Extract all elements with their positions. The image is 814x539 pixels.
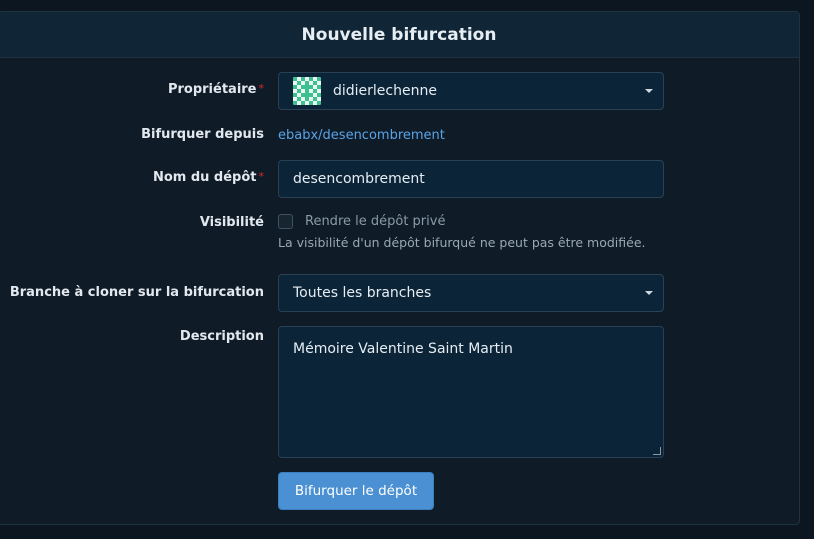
page-title: Nouvelle bifurcation: [301, 24, 497, 45]
repo-name-value: desencombrement: [293, 171, 425, 187]
branch-value: Toutes les branches: [293, 285, 432, 301]
description-value: Mémoire Valentine Saint Martin: [293, 341, 513, 357]
required-mark: *: [258, 170, 265, 183]
repo-name-input[interactable]: desencombrement: [278, 160, 664, 198]
panel-header: Nouvelle bifurcation: [0, 12, 799, 58]
description-label: Description: [179, 329, 264, 344]
owner-label: Propriétaire *: [168, 82, 264, 97]
private-checkbox-label: Rendre le dépôt privé: [305, 214, 446, 229]
fork-from-link[interactable]: ebabx/desencombrement: [278, 128, 445, 143]
branch-select[interactable]: Toutes les branches: [278, 274, 664, 312]
repo-name-label-text: Nom du dépôt: [152, 170, 257, 185]
owner-value: didierlechenne: [333, 83, 437, 99]
visibility-label: Visibilité: [199, 215, 264, 230]
required-mark: *: [258, 82, 265, 95]
owner-select[interactable]: didierlechenne: [278, 72, 664, 110]
branch-label: Branche à cloner sur la bifurcation: [9, 285, 264, 300]
chevron-down-icon: [645, 89, 653, 93]
repo-name-label: Nom du dépôt *: [153, 170, 264, 185]
resize-handle-icon[interactable]: [653, 447, 661, 455]
fork-repo-button[interactable]: Bifurquer le dépôt: [278, 472, 434, 510]
private-checkbox[interactable]: [278, 214, 293, 229]
description-textarea[interactable]: Mémoire Valentine Saint Martin: [278, 326, 664, 458]
visibility-help-text: La visibilité d'un dépôt bifurqué ne peu…: [278, 235, 646, 250]
chevron-down-icon: [645, 291, 653, 295]
identicon-avatar-icon: [293, 77, 321, 105]
fork-from-label: Bifurquer depuis: [141, 127, 264, 142]
owner-label-text: Propriétaire: [167, 82, 257, 97]
